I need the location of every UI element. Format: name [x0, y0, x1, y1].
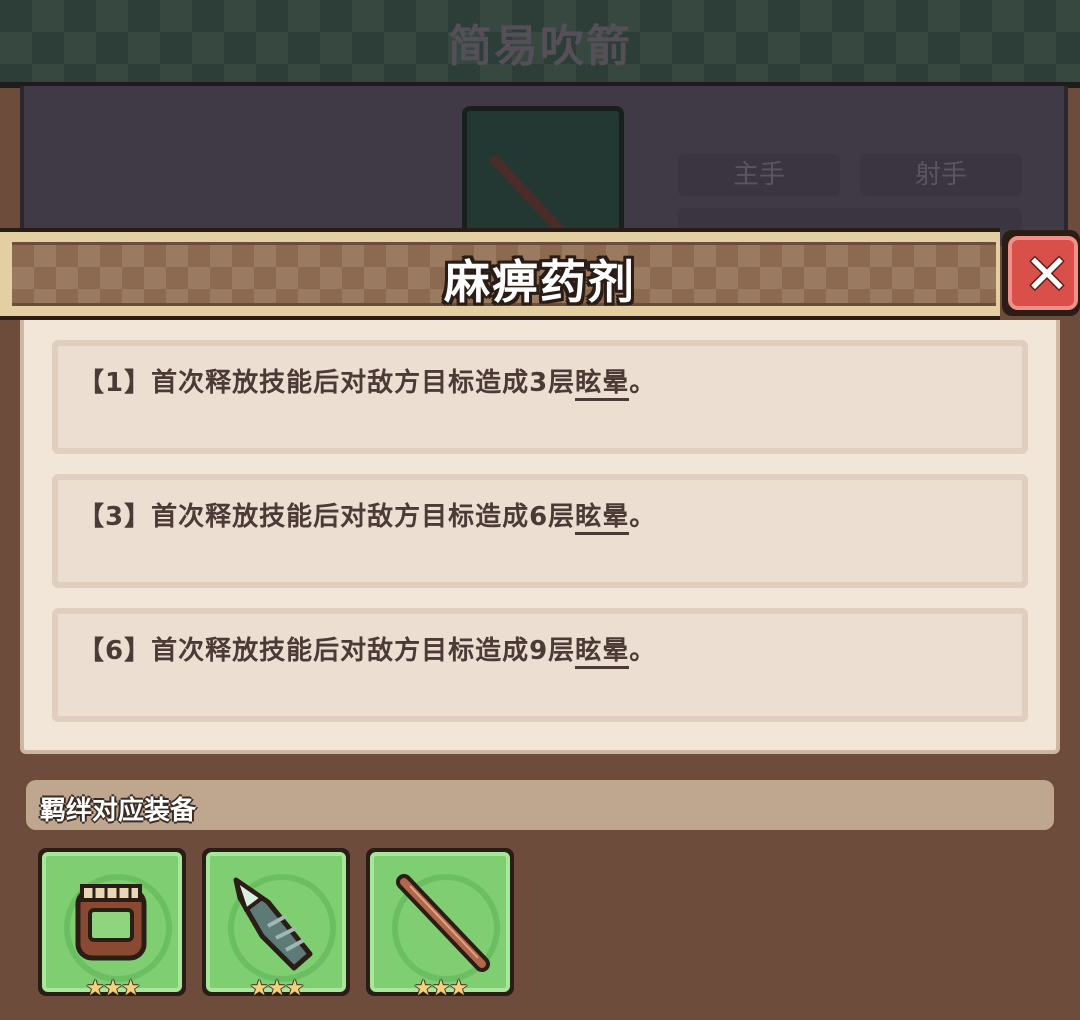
background-tag-main-hand: 主手 — [678, 154, 840, 196]
belt-icon — [75, 884, 147, 961]
set-equipment-header: 羁绊对应装备 — [26, 780, 1054, 830]
equipment-slot-blowpipe[interactable]: ★★★ — [366, 848, 514, 1001]
set-bonus-count: 【1】 — [78, 368, 152, 398]
equipment-slot-face — [206, 852, 346, 992]
set-bonus-count: 【3】 — [78, 502, 152, 532]
equipment-slot-belt[interactable]: ★★★ — [38, 848, 186, 1001]
background-tag-archer: 射手 — [860, 154, 1022, 196]
set-bonus-count: 【6】 — [78, 636, 152, 666]
set-bonus-description: 首次释放技能后对敌方目标造成3层 — [151, 368, 576, 398]
set-bonus-card-3: 【3】首次释放技能后对敌方目标造成6层眩晕。 — [52, 474, 1028, 588]
equipment-slot-face — [42, 852, 182, 992]
background-title: 简易吹箭 — [448, 21, 632, 72]
star-rating: ★★★ — [85, 976, 140, 1001]
set-bonus-effect-link[interactable]: 眩晕 — [575, 502, 630, 535]
close-button-face[interactable]: ✕ — [1008, 236, 1078, 310]
blowpipe-icon — [396, 874, 490, 972]
feather-blade-icon — [233, 877, 313, 971]
set-bonus-period: 。 — [629, 636, 657, 666]
set-bonus-text: 【1】首次释放技能后对敌方目标造成3层眩晕。 — [78, 362, 657, 401]
set-equipment-label: 羁绊对应装备 — [40, 796, 197, 826]
popup-title: 麻痹药剂 — [444, 255, 636, 309]
set-bonus-description: 首次释放技能后对敌方目标造成9层 — [151, 636, 576, 666]
set-bonus-period: 。 — [629, 368, 657, 398]
equipment-slot-feather-blade[interactable]: ★★★ — [202, 848, 350, 1001]
set-bonus-text: 【6】首次释放技能后对敌方目标造成9层眩晕。 — [78, 630, 657, 669]
star-rating: ★★★ — [413, 976, 468, 1001]
close-icon[interactable]: ✕ — [1012, 240, 1080, 314]
set-bonus-effect-link[interactable]: 眩晕 — [575, 368, 630, 401]
set-bonus-effect-link[interactable]: 眩晕 — [575, 636, 630, 669]
equipment-slot-face — [370, 852, 510, 992]
set-bonus-card-6: 【6】首次释放技能后对敌方目标造成9层眩晕。 — [52, 608, 1028, 722]
close-button[interactable]: ✕ — [1002, 230, 1080, 316]
star-rating: ★★★ — [249, 976, 304, 1001]
background-stat-row — [678, 208, 1022, 230]
set-bonus-text: 【3】首次释放技能后对敌方目标造成6层眩晕。 — [78, 496, 657, 535]
set-bonus-card-1: 【1】首次释放技能后对敌方目标造成3层眩晕。 — [52, 340, 1028, 454]
set-bonus-period: 。 — [629, 502, 657, 532]
set-bonus-description: 首次释放技能后对敌方目标造成6层 — [151, 502, 576, 532]
